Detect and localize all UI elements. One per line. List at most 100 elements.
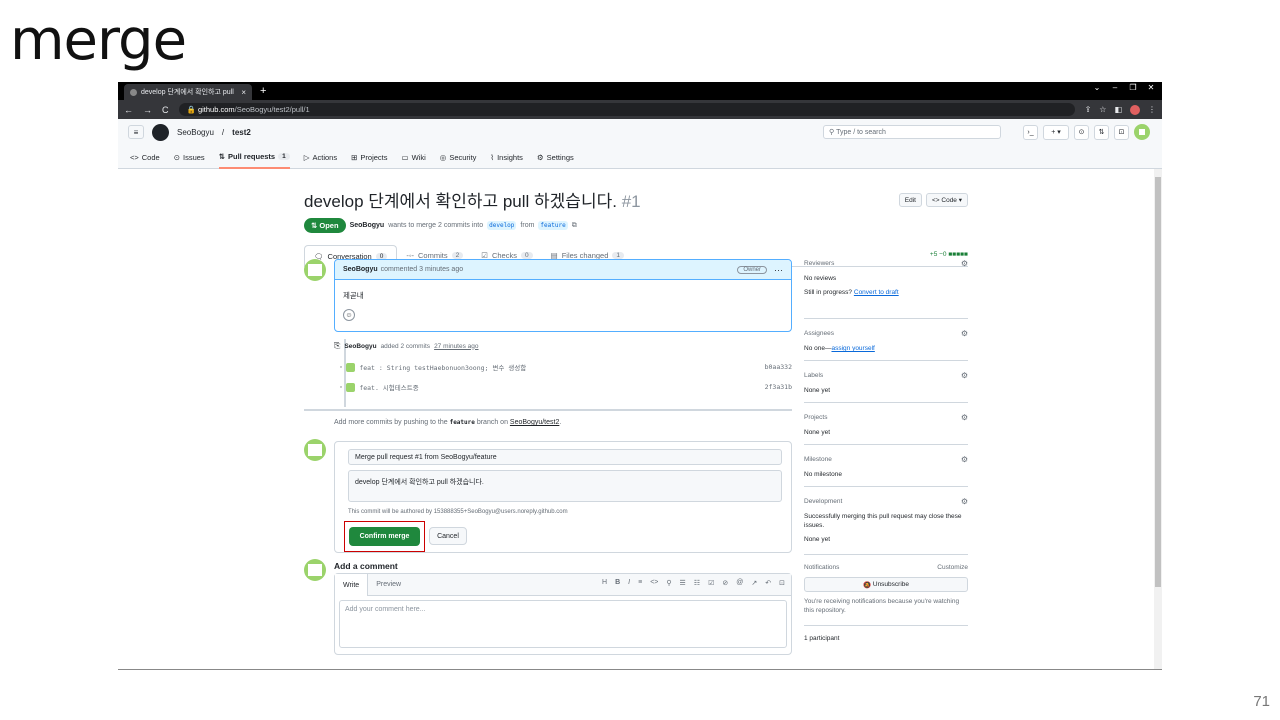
scrollbar[interactable] — [1154, 169, 1162, 669]
tab-actions[interactable]: ▷ Actions — [304, 145, 337, 169]
create-new-icon[interactable]: + ▾ — [1043, 124, 1069, 140]
comment-time[interactable]: commented 3 minutes ago — [381, 266, 464, 273]
kebab-menu-icon[interactable]: ··· — [774, 265, 783, 275]
gear-icon[interactable]: ⚙ — [961, 259, 968, 268]
reply-icon[interactable]: ↶ — [765, 579, 771, 587]
code-dropdown-button[interactable]: <> Code ▾ — [925, 193, 968, 207]
gear-icon[interactable]: ⚙ — [961, 497, 968, 506]
minimize-icon[interactable]: – — [1108, 83, 1122, 92]
push-note-branch[interactable]: feature — [450, 419, 475, 426]
owner-badge: Owner — [737, 265, 767, 274]
merge-commit-title-input[interactable]: Merge pull request #1 from SeoBogyu/feat… — [348, 449, 782, 465]
side-panel-icon[interactable]: ◧ — [1114, 105, 1122, 114]
tab-code[interactable]: <> Code — [130, 145, 160, 169]
edit-title-button[interactable]: Edit — [898, 193, 922, 207]
new-tab-button[interactable]: + — [260, 85, 266, 97]
smiley-icon[interactable]: ☺ — [343, 309, 355, 321]
commit-message[interactable]: feat. 시험테스트중 — [359, 382, 418, 392]
share-icon[interactable]: ⇪ — [1085, 105, 1092, 114]
code-icon[interactable]: <> — [650, 579, 658, 587]
user-avatar[interactable] — [1134, 124, 1150, 140]
tab-insights[interactable]: ⌇ Insights — [490, 145, 523, 169]
commit-sha[interactable]: b0aa332 — [765, 363, 792, 371]
browser-menu-icon[interactable]: ⋮ — [1148, 105, 1156, 114]
list-item[interactable]: ◦ feat : String testHaebonuon3oong; 변수 생… — [334, 362, 792, 372]
gear-icon[interactable]: ⚙ — [961, 413, 968, 422]
copy-icon[interactable]: ⧉ — [572, 222, 577, 230]
italic-icon[interactable]: I — [628, 579, 630, 587]
quote-icon[interactable]: ≡ — [638, 579, 642, 587]
attach-icon[interactable]: ⊘ — [722, 579, 728, 587]
numbered-list-icon[interactable]: ☰ — [680, 579, 686, 587]
bold-icon[interactable]: B — [615, 579, 620, 587]
timeline-push-event: ⎘ SeoBogyu added 2 commits 27 minutes ag… — [334, 341, 792, 351]
heading-icon[interactable]: H — [602, 579, 607, 587]
search-input[interactable]: ⚲ Type / to search — [823, 125, 1001, 139]
customize-link[interactable]: Customize — [937, 564, 968, 571]
pr-content: develop 단계에서 확인하고 pull 하겠습니다. #1 Edit <>… — [304, 187, 968, 655]
close-window-icon[interactable]: ✕ — [1144, 83, 1158, 92]
header-actions: ›_ + ▾ ⊙ ⇅ ⊡ — [1023, 124, 1150, 140]
reference-icon[interactable]: ↗ — [751, 579, 757, 587]
timeline-author[interactable]: SeoBogyu — [344, 343, 376, 350]
convert-to-draft-link[interactable]: Convert to draft — [854, 289, 899, 296]
tab-preview[interactable]: Preview — [368, 574, 409, 595]
browser-tab[interactable]: develop 단계에서 확인하고 pull × — [124, 84, 252, 100]
forward-icon[interactable]: → — [143, 105, 152, 115]
profile-avatar[interactable] — [1130, 104, 1140, 115]
tab-search-icon[interactable]: ⌄ — [1090, 83, 1104, 92]
saved-replies-icon[interactable]: ⊡ — [779, 579, 785, 587]
bookmark-star-icon[interactable]: ☆ — [1099, 105, 1106, 114]
pull-requests-icon[interactable]: ⇅ — [1094, 124, 1109, 140]
tab-close-icon[interactable]: × — [241, 88, 246, 97]
tab-label: Projects — [360, 152, 388, 162]
avatar[interactable] — [304, 259, 326, 281]
commit-sha[interactable]: 2f3a31b — [765, 383, 792, 391]
tab-pull-requests[interactable]: ⇅ Pull requests 1 — [218, 145, 290, 169]
restore-icon[interactable]: ❐ — [1126, 83, 1140, 92]
command-palette-icon[interactable]: ›_ — [1023, 124, 1038, 140]
head-branch[interactable]: feature — [538, 221, 568, 230]
github-logo-icon[interactable] — [152, 123, 169, 141]
list-item[interactable]: ◦ feat. 시험테스트중 2f3a31b — [334, 382, 792, 392]
tab-write[interactable]: Write — [335, 574, 369, 596]
tab-issues[interactable]: ⊙ Issues — [174, 145, 205, 169]
unsubscribe-button[interactable]: 🔕 Unsubscribe — [804, 577, 968, 592]
commit-message[interactable]: feat : String testHaebonuon3oong; 변수 생성함 — [359, 362, 526, 372]
tab-projects[interactable]: ⊞ Projects — [351, 145, 387, 169]
cancel-button[interactable]: Cancel — [429, 527, 467, 545]
mention-icon[interactable]: @ — [736, 579, 743, 587]
comment-author[interactable]: SeoBogyu — [343, 266, 378, 273]
pr-state-badge: ⇅ Open — [304, 218, 346, 233]
back-icon[interactable]: ← — [124, 105, 133, 115]
tab-wiki[interactable]: ▭ Wiki — [402, 145, 426, 169]
hamburger-menu-icon[interactable]: ≡ — [128, 125, 144, 139]
push-note: Add more commits by pushing to the featu… — [334, 419, 561, 426]
base-branch[interactable]: develop — [487, 221, 517, 230]
link-icon[interactable]: ⚲ — [666, 579, 671, 587]
tab-security[interactable]: ◎ Security — [440, 145, 477, 169]
reload-icon[interactable]: C — [162, 105, 169, 115]
task-list-icon[interactable]: ☑ — [708, 579, 714, 587]
repo-name-link[interactable]: test2 — [232, 128, 251, 137]
url-field[interactable]: 🔒 github.com /SeoBogyu/test2/pull/1 — [178, 103, 1075, 116]
issues-icon[interactable]: ⊙ — [1074, 124, 1089, 140]
merge-commit-body-textarea[interactable]: develop 단계에서 확인하고 pull 하겠습니다. — [348, 470, 782, 502]
inbox-icon[interactable]: ⊡ — [1114, 124, 1129, 140]
assign-yourself-link[interactable]: assign yourself — [831, 345, 874, 352]
comment-textarea[interactable]: Add your comment here... — [339, 600, 787, 648]
scrollbar-thumb[interactable] — [1155, 177, 1161, 587]
timeline-time[interactable]: 27 minutes ago — [434, 343, 478, 350]
gear-icon[interactable]: ⚙ — [961, 455, 968, 464]
gear-icon[interactable]: ⚙ — [961, 371, 968, 380]
gear-icon[interactable]: ⚙ — [961, 329, 968, 338]
repo-owner-link[interactable]: SeoBogyu — [177, 128, 214, 137]
tab-settings[interactable]: ⚙ Settings — [537, 145, 574, 169]
pr-author-link[interactable]: SeoBogyu — [350, 222, 385, 229]
confirm-merge-button[interactable]: Confirm merge — [349, 527, 420, 546]
avatar[interactable] — [304, 439, 326, 461]
push-note-repo-link[interactable]: SeoBogyu/test2 — [510, 419, 559, 426]
bullet-list-icon[interactable]: ☷ — [694, 579, 700, 587]
sidebar-value: None yet — [804, 429, 831, 436]
avatar[interactable] — [304, 559, 326, 581]
